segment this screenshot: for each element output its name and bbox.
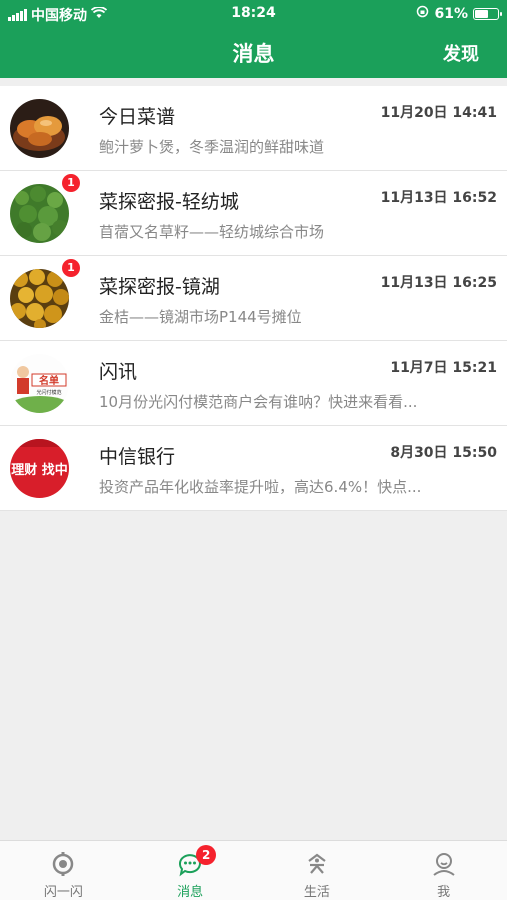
unread-badge: 1 (62, 259, 80, 277)
flash-news-avatar: 名单 光闪付模范 (10, 354, 69, 413)
tab-bar: 闪一闪 2 消息 生活 我 (0, 840, 507, 900)
flash-avatar-subtext: 光闪付模范 (36, 389, 61, 396)
tab-label: 闪一闪 (43, 885, 83, 900)
message-row-flash-news[interactable]: 名单 光闪付模范 闪讯 11月7日 15:21 10月份光闪付模范商户会有谁呐？… (0, 341, 507, 426)
tab-label: 消息 (177, 885, 204, 900)
message-preview: 10月份光闪付模范商户会有谁呐？快进来看看... (99, 393, 418, 411)
tab-life[interactable]: 生活 (254, 841, 381, 900)
kumquat-avatar (10, 269, 69, 328)
citic-avatar-text: 理财 找中 (11, 462, 68, 478)
message-list: 今日菜谱 11月20日 14:41 鲍汁萝卜煲，冬季温润的鲜甜味道 1 菜探密报… (0, 86, 507, 511)
message-date: 11月7日 15:21 (390, 360, 497, 376)
message-preview: 投资产品年化收益率提升啦，高达6.4%！快点... (99, 478, 422, 496)
battery-group: 61% (416, 5, 502, 22)
tab-flash[interactable]: 闪一闪 (0, 841, 127, 900)
message-title: 菜探密报-轻纺城 (99, 191, 239, 213)
flash-avatar-text: 名单 (39, 374, 59, 387)
message-row-recipe[interactable]: 今日菜谱 11月20日 14:41 鲍汁萝卜煲，冬季温润的鲜甜味道 (0, 86, 507, 171)
message-row-jinghu[interactable]: 1 菜探密报-镜湖 11月13日 16:25 金桔——镜湖市场P144号摊位 (0, 256, 507, 341)
message-preview: 苜蓿又名草籽——轻纺城综合市场 (99, 223, 325, 241)
message-title: 中信银行 (99, 446, 176, 468)
recipe-avatar (10, 99, 69, 158)
user-icon (431, 851, 457, 877)
orientation-lock-icon (416, 5, 429, 22)
message-title: 菜探密报-镜湖 (99, 276, 220, 298)
message-date: 11月20日 14:41 (380, 105, 497, 121)
message-date: 8月30日 15:50 (390, 445, 497, 461)
life-icon (304, 851, 330, 877)
tab-messages[interactable]: 2 消息 (127, 841, 254, 900)
unread-badge: 1 (62, 174, 80, 192)
message-row-qingfangcheng[interactable]: 1 菜探密报-轻纺城 11月13日 16:52 苜蓿又名草籽——轻纺城综合市场 (0, 171, 507, 256)
message-preview: 鲍汁萝卜煲，冬季温润的鲜甜味道 (99, 138, 325, 156)
tab-label: 我 (437, 885, 451, 900)
flash-icon (50, 851, 76, 877)
battery-percent: 61% (434, 5, 468, 22)
message-row-citic-bank[interactable]: 理财 找中 中信银行 8月30日 15:50 投资产品年化收益率提升啦，高达6.… (0, 426, 507, 511)
tab-label: 生活 (303, 885, 330, 900)
message-preview: 金桔——镜湖市场P144号摊位 (99, 308, 302, 326)
battery-fill (475, 9, 488, 18)
status-bar: 中国移动 18:24 61% (0, 0, 507, 28)
list-top-gap (0, 78, 507, 86)
message-date: 11月13日 16:52 (380, 190, 497, 206)
tab-me[interactable]: 我 (380, 841, 507, 900)
alfalfa-avatar (10, 184, 69, 243)
message-date: 11月13日 16:25 (380, 275, 497, 291)
citic-bank-avatar: 理财 找中 (10, 439, 69, 498)
page-title: 消息 (232, 42, 275, 66)
discover-button[interactable]: 发现 (443, 40, 479, 66)
battery-icon (473, 7, 502, 20)
message-title: 今日菜谱 (99, 106, 176, 128)
message-title: 闪讯 (99, 361, 138, 383)
nav-bar: 消息 发现 (0, 28, 507, 78)
messages-unread-badge: 2 (196, 845, 217, 865)
